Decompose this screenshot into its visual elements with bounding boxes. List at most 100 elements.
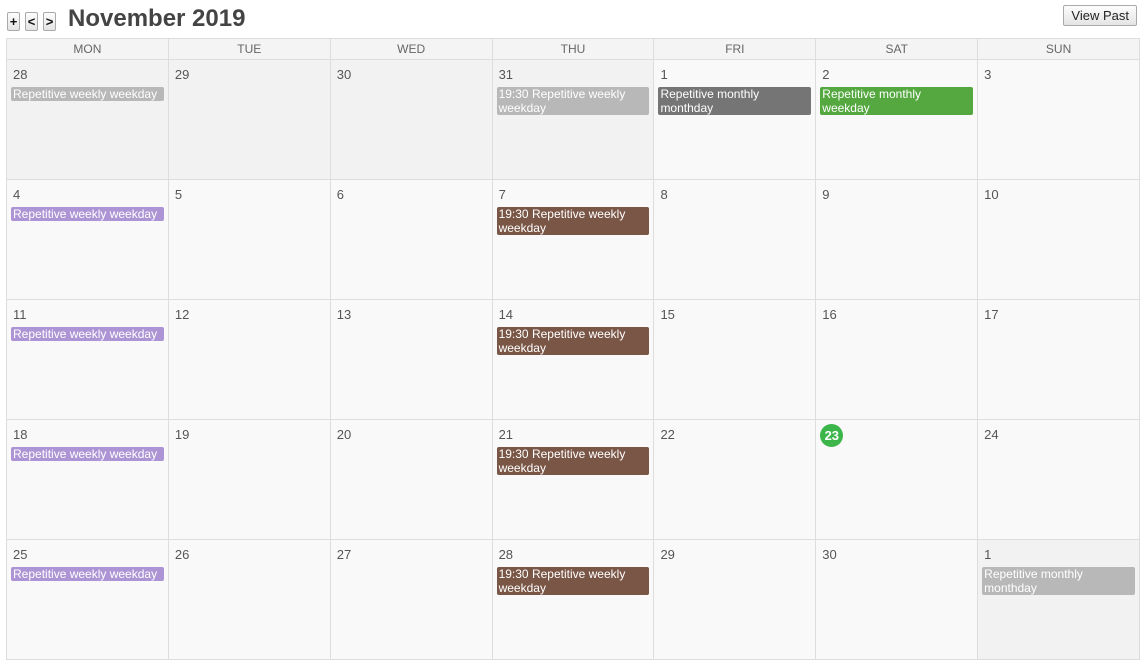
view-past-button[interactable]: View Past — [1063, 5, 1137, 26]
calendar-event[interactable]: Repetitive weekly weekday — [11, 87, 164, 101]
day-cell[interactable]: 30 — [330, 60, 493, 180]
day-number[interactable]: 12 — [173, 306, 326, 324]
month-title: November 2019 — [68, 5, 246, 32]
day-number[interactable]: 1 — [982, 546, 1135, 564]
calendar-event[interactable]: Repetitive weekly weekday — [11, 327, 164, 341]
day-cell[interactable]: 24 — [978, 420, 1141, 540]
day-number[interactable]: 1 — [658, 66, 811, 84]
day-number[interactable]: 3 — [982, 66, 1135, 84]
calendar-event[interactable]: Repetitive weekly weekday — [11, 447, 164, 461]
day-number[interactable]: 11 — [11, 306, 164, 324]
weeks-container: 28 Repetitive weekly weekday 29 30 31 19:30 R… — [7, 60, 1141, 660]
day-number[interactable]: 30 — [335, 66, 488, 84]
week-row: 25 Repetitive weekly weekday 26 27 28 19:30 R… — [7, 540, 1141, 660]
day-cell[interactable]: 27 — [330, 540, 493, 660]
calendar-event[interactable]: Repetitive monthly monthday — [982, 567, 1136, 595]
day-cell[interactable]: 12 — [168, 300, 331, 420]
day-cell[interactable]: 9 — [816, 180, 979, 300]
day-number[interactable]: 26 — [173, 546, 326, 564]
next-month-button[interactable]: > — [43, 12, 56, 31]
day-number[interactable]: 29 — [658, 546, 811, 564]
day-number[interactable]: 4 — [11, 186, 164, 204]
day-number[interactable]: 8 — [658, 186, 811, 204]
day-number[interactable]: 21 — [497, 426, 650, 444]
day-cell[interactable]: 8 — [654, 180, 817, 300]
day-number[interactable]: 6 — [335, 186, 488, 204]
day-number[interactable]: 5 — [173, 186, 326, 204]
day-cell[interactable]: 11 Repetitive weekly weekday — [7, 300, 169, 420]
day-number[interactable]: 28 — [497, 546, 650, 564]
day-number[interactable]: 27 — [335, 546, 488, 564]
day-number[interactable]: 19 — [173, 426, 326, 444]
add-event-button[interactable]: + — [7, 12, 20, 31]
day-cell[interactable]: 16 — [816, 300, 979, 420]
day-cell[interactable]: 1 Repetitive monthly monthday — [978, 540, 1141, 660]
calendar-event[interactable]: Repetitive monthly monthday — [658, 87, 812, 115]
day-number[interactable]: 2 — [820, 66, 973, 84]
calendar-event[interactable]: 19:30 Repetitive weekly weekday — [496, 87, 650, 115]
day-cell[interactable]: 28 19:30 Repetitive weekly weekday — [492, 540, 655, 660]
day-cell[interactable]: 29 — [168, 60, 331, 180]
day-number[interactable]: 24 — [982, 426, 1135, 444]
day-cell[interactable]: 2 Repetitive monthly weekday — [816, 60, 979, 180]
day-number[interactable]: 20 — [335, 426, 488, 444]
day-cell[interactable]: 26 — [168, 540, 331, 660]
calendar-event[interactable]: 19:30 Repetitive weekly weekday — [496, 327, 650, 355]
day-cell[interactable]: 14 19:30 Repetitive weekly weekday — [492, 300, 655, 420]
day-number[interactable]: 28 — [11, 66, 164, 84]
day-cell[interactable]: 17 — [978, 300, 1141, 420]
day-cell[interactable]: 7 19:30 Repetitive weekly weekday — [492, 180, 655, 300]
day-cell[interactable]: 21 19:30 Repetitive weekly weekday — [492, 420, 655, 540]
day-cell[interactable]: 3 — [978, 60, 1141, 180]
week-row: 28 Repetitive weekly weekday 29 30 31 19:30 R… — [7, 60, 1141, 180]
weekday-fri: FRI — [654, 39, 817, 60]
week-row: 18 Repetitive weekly weekday 19 20 21 19:30 R… — [7, 420, 1141, 540]
day-cell[interactable]: 25 Repetitive weekly weekday — [7, 540, 169, 660]
calendar-event[interactable]: 19:30 Repetitive weekly weekday — [496, 567, 650, 595]
calendar-event[interactable]: Repetitive weekly weekday — [11, 207, 164, 221]
day-number[interactable]: 15 — [658, 306, 811, 324]
calendar-event[interactable]: Repetitive monthly weekday — [820, 87, 974, 115]
day-number[interactable]: 7 — [497, 186, 650, 204]
day-number[interactable]: 30 — [820, 546, 973, 564]
previous-month-button[interactable]: < — [25, 12, 38, 31]
day-number[interactable]: 16 — [820, 306, 973, 324]
day-cell[interactable]: 28 Repetitive weekly weekday — [7, 60, 169, 180]
day-number[interactable]: 9 — [820, 186, 973, 204]
day-cell[interactable]: 1 Repetitive monthly monthday — [654, 60, 817, 180]
calendar-toolbar: + < > November 2019 View Past — [0, 0, 1144, 38]
day-number[interactable]: 18 — [11, 426, 164, 444]
day-number[interactable]: 13 — [335, 306, 488, 324]
calendar-event[interactable]: Repetitive weekly weekday — [11, 567, 164, 581]
today-day-number[interactable]: 23 — [820, 424, 844, 447]
weekday-header: MON TUE WED THU FRI SAT SUN — [7, 39, 1141, 60]
weekday-sun: SUN — [978, 39, 1141, 60]
day-cell[interactable]: 4 Repetitive weekly weekday — [7, 180, 169, 300]
day-cell[interactable]: 20 — [330, 420, 493, 540]
day-number[interactable]: 14 — [497, 306, 650, 324]
day-cell[interactable]: 29 — [654, 540, 817, 660]
week-row: 11 Repetitive weekly weekday 12 13 14 19:30 R… — [7, 300, 1141, 420]
day-cell[interactable]: 30 — [816, 540, 979, 660]
day-number[interactable]: 31 — [497, 66, 650, 84]
day-cell[interactable]: 5 — [168, 180, 331, 300]
day-cell[interactable]: 18 Repetitive weekly weekday — [7, 420, 169, 540]
day-number[interactable]: 22 — [658, 426, 811, 444]
day-cell[interactable]: 31 19:30 Repetitive weekly weekday — [492, 60, 655, 180]
day-cell[interactable]: 15 — [654, 300, 817, 420]
day-cell[interactable]: 23 — [816, 420, 979, 540]
day-number[interactable]: 17 — [982, 306, 1135, 324]
month-grid: MON TUE WED THU FRI SAT SUN 28 Repetitive… — [6, 38, 1141, 660]
day-cell[interactable]: 6 — [330, 180, 493, 300]
calendar-event[interactable]: 19:30 Repetitive weekly weekday — [496, 207, 650, 235]
day-number[interactable]: 10 — [982, 186, 1135, 204]
day-number[interactable]: 29 — [173, 66, 326, 84]
calendar-event[interactable]: 19:30 Repetitive weekly weekday — [496, 447, 650, 475]
day-cell[interactable]: 19 — [168, 420, 331, 540]
day-cell[interactable]: 22 — [654, 420, 817, 540]
day-cell[interactable]: 10 — [978, 180, 1141, 300]
week-row: 4 Repetitive weekly weekday 5 6 7 19:30 Repet… — [7, 180, 1141, 300]
weekday-wed: WED — [330, 39, 493, 60]
day-cell[interactable]: 13 — [330, 300, 493, 420]
day-number[interactable]: 25 — [11, 546, 164, 564]
